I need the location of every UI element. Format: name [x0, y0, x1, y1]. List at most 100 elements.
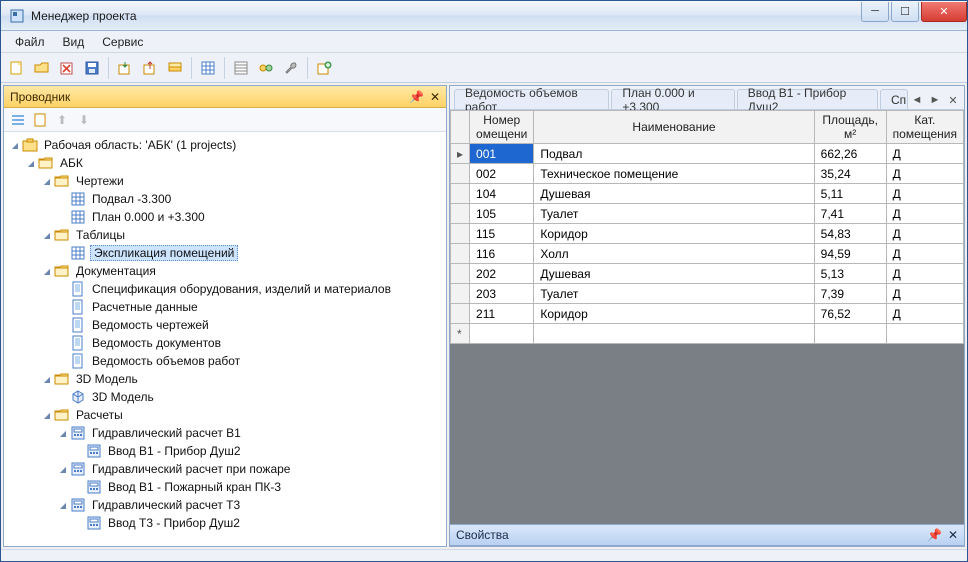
down-arrow-icon[interactable]: ⬇ [74, 110, 94, 130]
sheet-icon[interactable] [30, 110, 50, 130]
row-indicator[interactable] [451, 204, 470, 224]
pin-icon[interactable]: 📌 [409, 90, 424, 104]
cell-0-3[interactable]: Д [886, 144, 963, 164]
close-panel-icon[interactable]: ✕ [430, 90, 440, 104]
tb-stack-icon[interactable] [163, 56, 187, 80]
cell-5-3[interactable]: Д [886, 244, 963, 264]
cell-7-2[interactable]: 7,39 [814, 284, 886, 304]
table-row[interactable]: 211Коридор76,52Д [451, 304, 964, 324]
cell-7-1[interactable]: Туалет [534, 284, 814, 304]
tb-add-icon[interactable] [312, 56, 336, 80]
row-indicator[interactable] [451, 164, 470, 184]
tree-docs[interactable]: Документация [4, 262, 446, 280]
cell-3-1[interactable]: Туалет [534, 204, 814, 224]
tree-doc-3[interactable]: Ведомость документов [4, 334, 446, 352]
tree-model[interactable]: 3D Модель [4, 370, 446, 388]
cell-7-0[interactable]: 203 [470, 284, 534, 304]
cell-5-1[interactable]: Холл [534, 244, 814, 264]
tb-export-icon[interactable] [138, 56, 162, 80]
row-indicator[interactable] [451, 184, 470, 204]
cell-2-3[interactable]: Д [886, 184, 963, 204]
tb-grid-icon[interactable] [196, 56, 220, 80]
tree-calc-0-child-0[interactable]: Ввод В1 - Прибор Душ2 [4, 442, 446, 460]
cell-2-2[interactable]: 5,11 [814, 184, 886, 204]
cell-0-0[interactable]: 001 [470, 144, 534, 164]
close-panel-icon[interactable]: ✕ [948, 528, 958, 542]
row-indicator[interactable]: ▸ [451, 144, 470, 164]
cell-6-2[interactable]: 5,13 [814, 264, 886, 284]
tree-drawings[interactable]: Чертежи [4, 172, 446, 190]
tree-twist-icon[interactable] [56, 429, 70, 438]
new-row[interactable]: * [451, 324, 964, 344]
table-row[interactable]: 115Коридор54,83Д [451, 224, 964, 244]
list-view-icon[interactable] [8, 110, 28, 130]
tb-save-icon[interactable] [80, 56, 104, 80]
tree-drawing-1[interactable]: План 0.000 и +3.300 [4, 208, 446, 226]
cell-3-2[interactable]: 7,41 [814, 204, 886, 224]
tree-doc-4[interactable]: Ведомость объемов работ [4, 352, 446, 370]
tab-2[interactable]: Ввод В1 - Прибор Душ2 [737, 89, 878, 109]
cell-1-1[interactable]: Техническое помещение [534, 164, 814, 184]
cell-8-0[interactable]: 211 [470, 304, 534, 324]
row-indicator[interactable] [451, 264, 470, 284]
close-button[interactable]: ✕ [921, 2, 967, 22]
row-indicator[interactable] [451, 304, 470, 324]
table-row[interactable]: 203Туалет7,39Д [451, 284, 964, 304]
cell-0-2[interactable]: 662,26 [814, 144, 886, 164]
cell-3-0[interactable]: 105 [470, 204, 534, 224]
tree-calc-2[interactable]: Гидравлический расчет Т3 [4, 496, 446, 514]
cell-1-0[interactable]: 002 [470, 164, 534, 184]
tree-doc-2[interactable]: Ведомость чертежей [4, 316, 446, 334]
cell-5-0[interactable]: 116 [470, 244, 534, 264]
menu-view[interactable]: Вид [55, 33, 93, 51]
cell-6-3[interactable]: Д [886, 264, 963, 284]
explorer-header[interactable]: Проводник 📌 ✕ [4, 86, 446, 108]
tb-wrench-icon[interactable] [279, 56, 303, 80]
cell-4-2[interactable]: 54,83 [814, 224, 886, 244]
col-header-0[interactable]: Номер омещени [470, 111, 534, 144]
tree-twist-icon[interactable] [8, 141, 22, 150]
tree-tables[interactable]: Таблицы [4, 226, 446, 244]
tree-calc-0[interactable]: Гидравлический расчет В1 [4, 424, 446, 442]
tree-table-0[interactable]: Экспликация помещений [4, 244, 446, 262]
table-row[interactable]: 202Душевая5,13Д [451, 264, 964, 284]
tree-calc-1-child-0[interactable]: Ввод В1 - Пожарный кран ПК-3 [4, 478, 446, 496]
tree-model-item-0[interactable]: 3D Модель [4, 388, 446, 406]
tab-1[interactable]: План 0.000 и +3.300 [611, 89, 734, 109]
col-header-3[interactable]: Кат. помещения [886, 111, 963, 144]
tree-doc-1[interactable]: Расчетные данные [4, 298, 446, 316]
tab-next-icon[interactable]: ► [928, 93, 942, 107]
project-tree[interactable]: Рабочая область: 'АБК' (1 projects) АБК … [4, 132, 446, 546]
title-bar[interactable]: Менеджер проекта ─ ☐ ✕ [1, 1, 967, 31]
tree-twist-icon[interactable] [40, 177, 54, 186]
row-indicator-new[interactable]: * [451, 324, 470, 344]
cell-6-0[interactable]: 202 [470, 264, 534, 284]
col-header-2[interactable]: Площадь, м² [814, 111, 886, 144]
col-header-1[interactable]: Наименование [534, 111, 814, 144]
tab-prev-icon[interactable]: ◄ [910, 93, 924, 107]
tb-delete-icon[interactable] [55, 56, 79, 80]
cell-6-1[interactable]: Душевая [534, 264, 814, 284]
tree-doc-0[interactable]: Спецификация оборудования, изделий и мат… [4, 280, 446, 298]
tree-twist-icon[interactable] [56, 501, 70, 510]
tree-twist-icon[interactable] [40, 411, 54, 420]
cell-8-3[interactable]: Д [886, 304, 963, 324]
tb-new-icon[interactable] [5, 56, 29, 80]
cell-1-2[interactable]: 35,24 [814, 164, 886, 184]
pin-icon[interactable]: 📌 [927, 528, 942, 542]
minimize-button[interactable]: ─ [861, 2, 889, 22]
tree-twist-icon[interactable] [40, 231, 54, 240]
table-row[interactable]: 002Техническое помещение35,24Д [451, 164, 964, 184]
cell-7-3[interactable]: Д [886, 284, 963, 304]
tree-twist-icon[interactable] [56, 465, 70, 474]
row-indicator[interactable] [451, 244, 470, 264]
tree-twist-icon[interactable] [40, 375, 54, 384]
tree-twist-icon[interactable] [24, 159, 38, 168]
cell-4-3[interactable]: Д [886, 224, 963, 244]
cell-1-3[interactable]: Д [886, 164, 963, 184]
tree-calc-1[interactable]: Гидравлический расчет при пожаре [4, 460, 446, 478]
table-row[interactable]: 105Туалет7,41Д [451, 204, 964, 224]
tb-link-icon[interactable] [254, 56, 278, 80]
row-indicator[interactable] [451, 284, 470, 304]
cell-8-1[interactable]: Коридор [534, 304, 814, 324]
